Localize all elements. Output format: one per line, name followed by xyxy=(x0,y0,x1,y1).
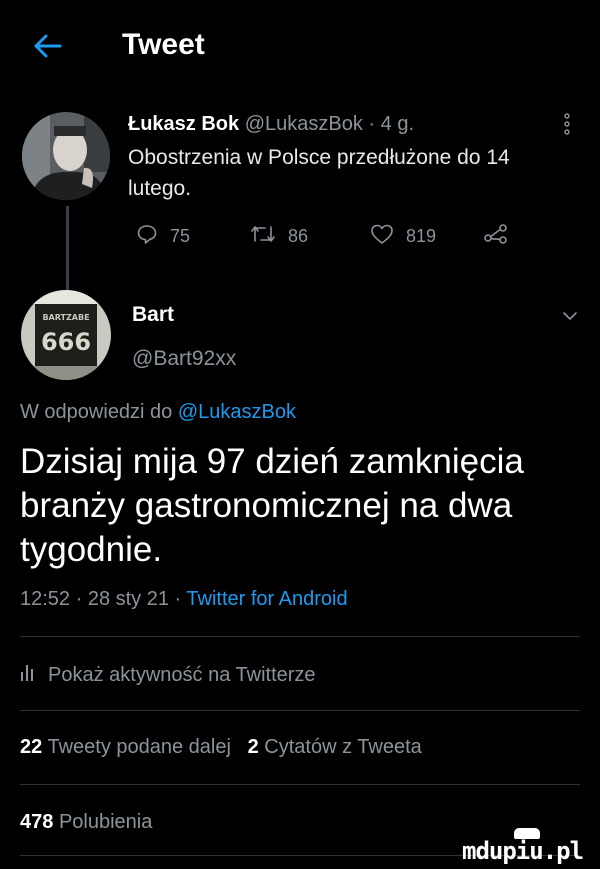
divider xyxy=(20,636,580,637)
top-bar: Tweet xyxy=(0,0,600,92)
more-vertical-icon[interactable] xyxy=(561,112,573,136)
main-author-handle[interactable]: @Bart92xx xyxy=(132,347,236,371)
show-activity-link[interactable]: Pokaż aktywność na Twitterze xyxy=(20,662,316,688)
retweet-count: 86 xyxy=(288,225,309,246)
watermark-text: mdupiu.pl xyxy=(462,837,584,865)
thread-line xyxy=(66,206,69,290)
replying-prefix: W odpowiedzi do xyxy=(20,401,173,423)
tweet-source-link[interactable]: Twitter for Android xyxy=(186,588,347,610)
avatar-bart-text-top: BARTZABE xyxy=(42,313,89,322)
likes-total-count: 478 xyxy=(20,811,54,833)
quotes-label: Cytatów z Tweeta xyxy=(264,736,422,758)
back-arrow-icon[interactable] xyxy=(30,28,66,64)
main-author-name[interactable]: Bart xyxy=(132,303,174,327)
avatar-bart-text-main: 666 xyxy=(41,328,91,356)
quotes-count: 2 xyxy=(247,736,259,758)
reply-tweet-text: Obostrzenia w Polsce przedłużone do 14 l… xyxy=(128,146,510,200)
main-tweet-text: Dzisiaj mija 97 dzień zamknięcia branży … xyxy=(20,442,524,569)
tweet-meta: 12:52 · 28 sty 21 · Twitter for Android xyxy=(20,588,348,611)
tweet-timestamp: 12:52 · 28 sty 21 · xyxy=(20,588,182,610)
divider xyxy=(20,710,580,711)
share-button[interactable] xyxy=(484,222,520,250)
replying-mention-link[interactable]: @LukaszBok xyxy=(178,401,296,423)
like-count: 819 xyxy=(406,225,437,246)
avatar-lukasz[interactable] xyxy=(22,112,110,200)
reply-author-line: Łukasz Bok @LukaszBok · 4 g. xyxy=(128,113,414,136)
quotes-stat[interactable]: 2 Cytatów z Tweeta xyxy=(248,736,422,758)
watermark-logo: mdupiu.pl xyxy=(462,828,590,865)
retweet-icon xyxy=(250,223,288,250)
page-title: Tweet xyxy=(122,28,205,61)
reply-button[interactable]: 75 xyxy=(136,222,190,250)
retweets-stat[interactable]: 22 Tweety podane dalej xyxy=(20,736,231,758)
divider xyxy=(20,784,580,785)
reply-count: 75 xyxy=(170,225,191,246)
activity-label: Pokaż aktywność na Twitterze xyxy=(48,663,316,686)
share-stats-row: 22 Tweety podane dalej 2 Cytatów z Tweet… xyxy=(20,736,422,759)
retweets-label: Tweety podane dalej xyxy=(47,736,231,758)
like-icon xyxy=(370,223,406,250)
retweets-count: 22 xyxy=(20,736,43,758)
retweet-button[interactable]: 86 xyxy=(250,222,308,250)
replying-to-line: W odpowiedzi do @LukaszBok xyxy=(20,401,296,424)
chevron-down-icon[interactable] xyxy=(560,306,580,326)
likes-stats-row[interactable]: 478 Polubienia xyxy=(20,811,152,834)
like-button[interactable]: 819 xyxy=(370,222,436,250)
avatar-bart[interactable]: BARTZABE 666 xyxy=(21,290,111,380)
share-icon xyxy=(484,223,520,250)
reply-time: · 4 g. xyxy=(368,113,414,135)
activity-chart-icon xyxy=(20,662,48,688)
reply-author-name[interactable]: Łukasz Bok xyxy=(128,113,239,135)
reply-icon xyxy=(136,223,170,250)
reply-author-handle[interactable]: @LukaszBok xyxy=(245,113,363,135)
reply-actions-bar: 75 86 819 xyxy=(128,222,508,252)
likes-label: Polubienia xyxy=(58,811,153,833)
